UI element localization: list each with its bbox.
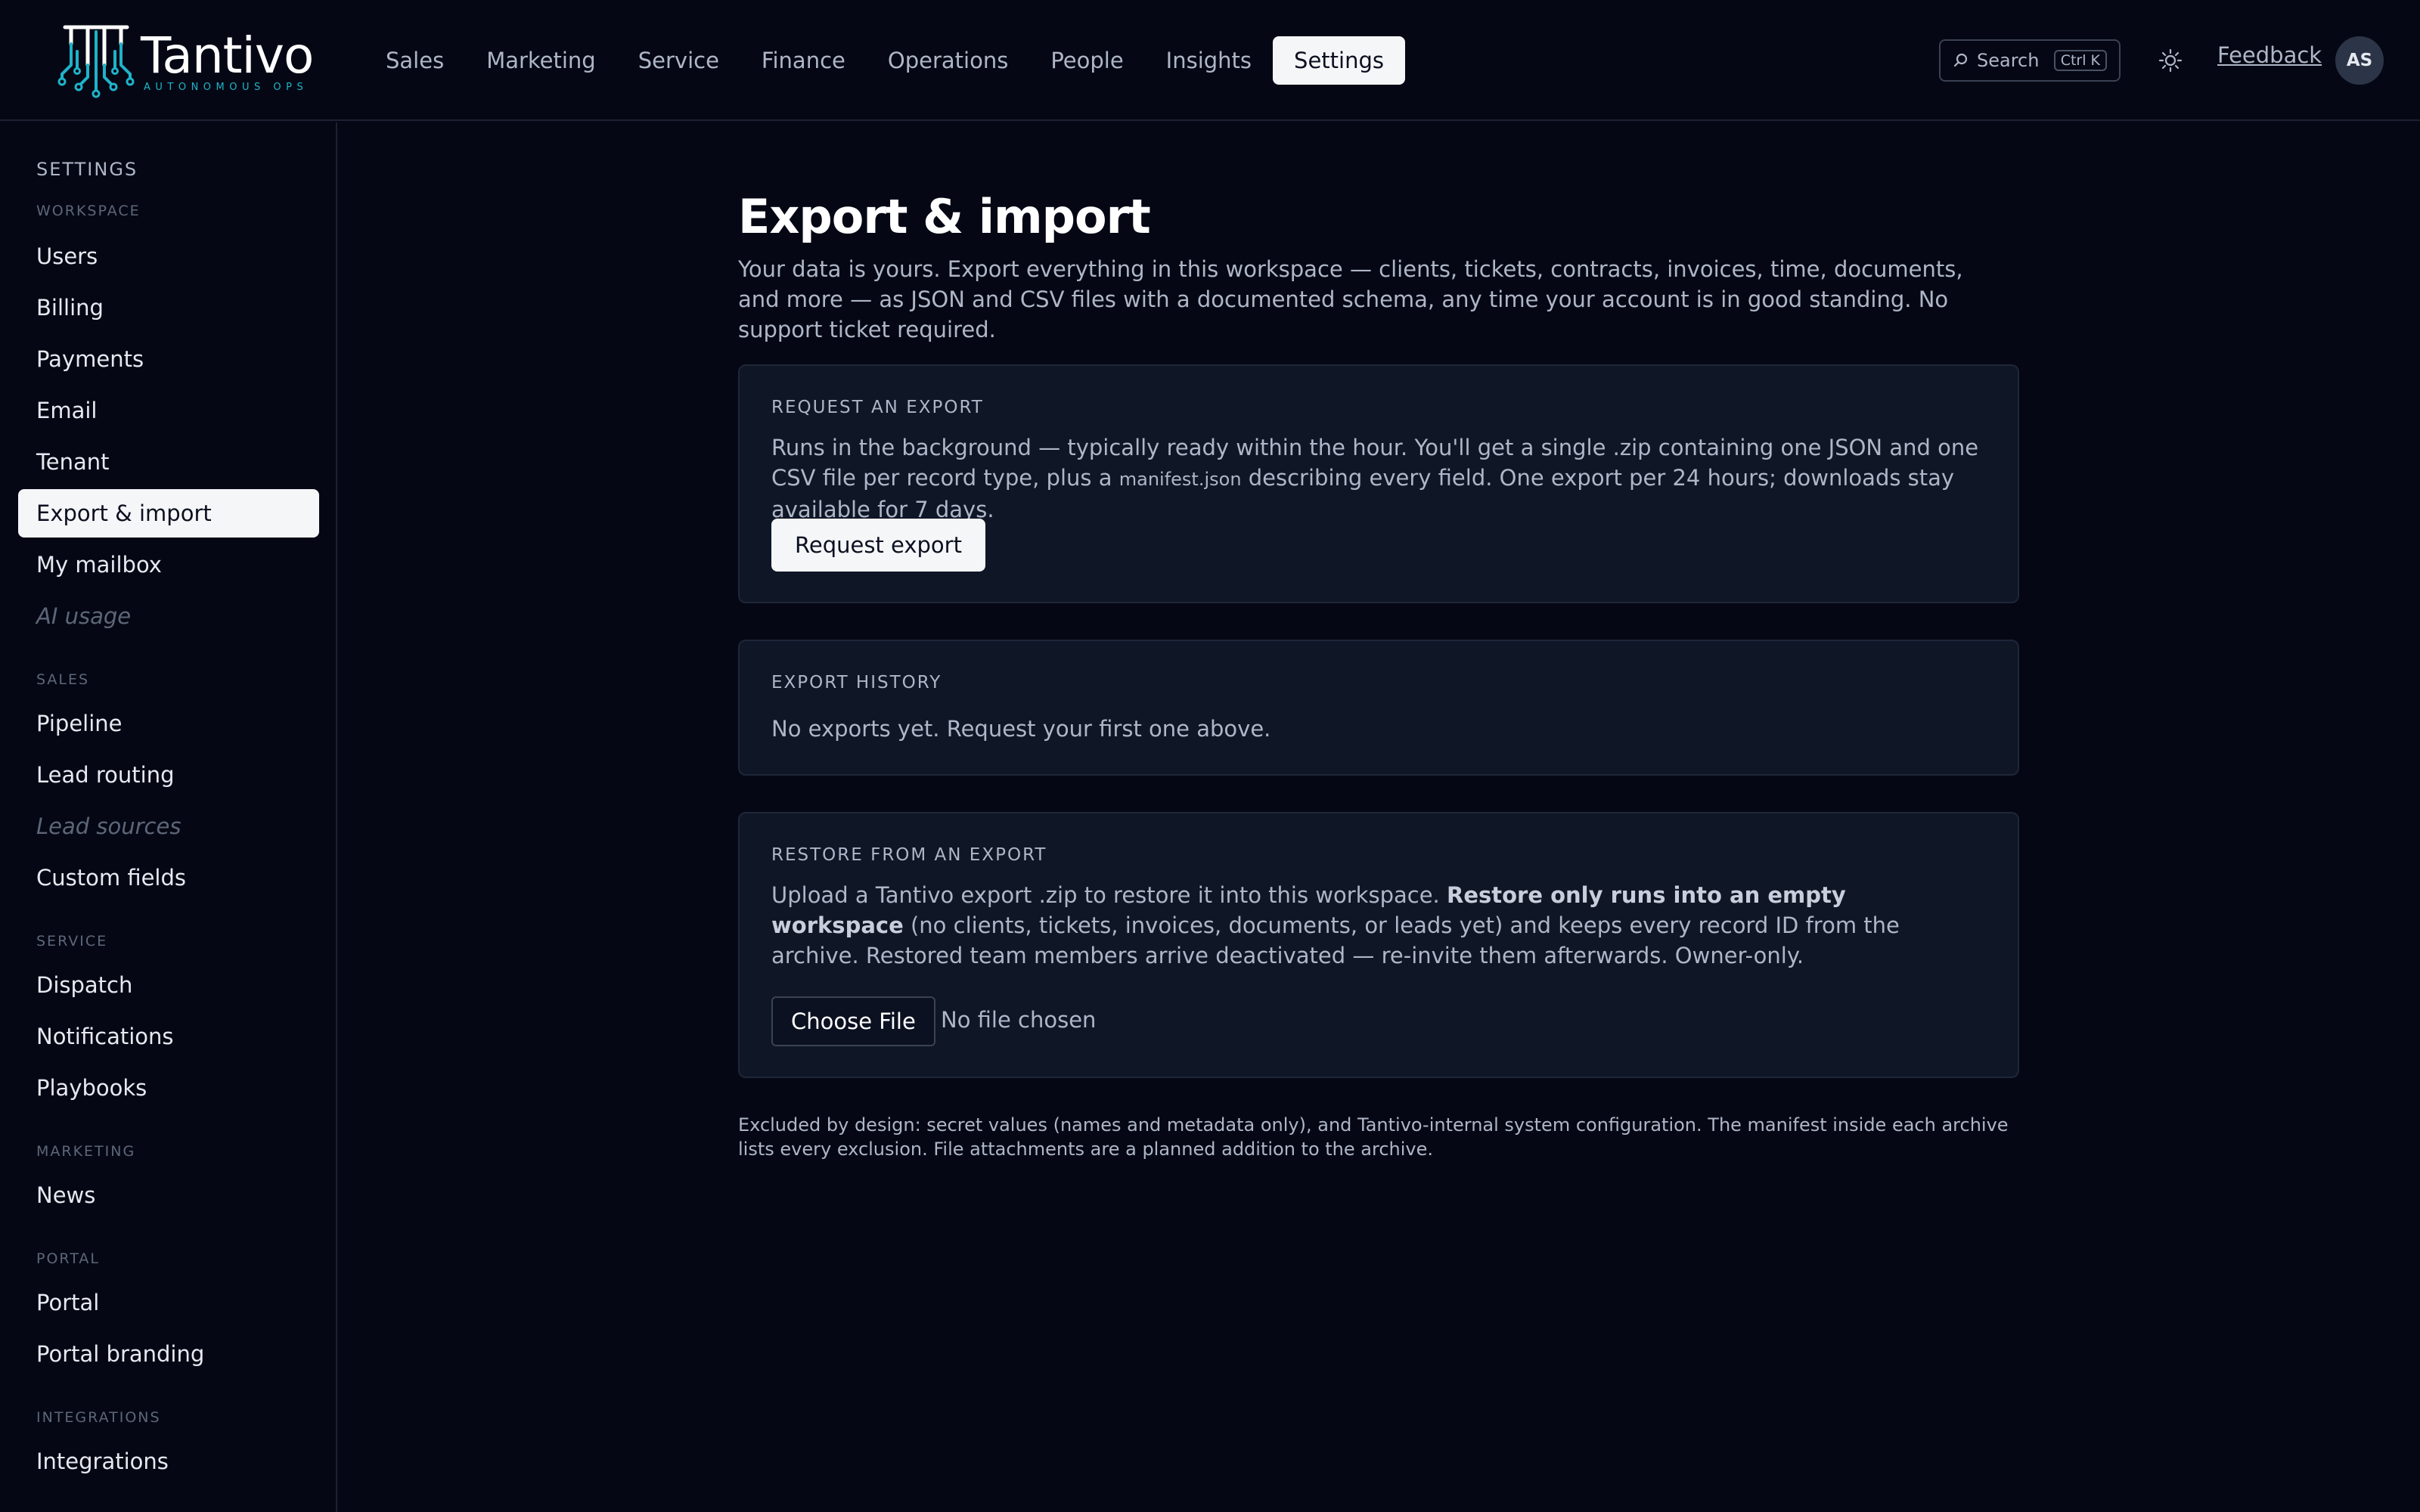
nav-people[interactable]: People [1029, 36, 1144, 85]
export-exclusions-note: Excluded by design: secret values (names… [738, 1114, 2009, 1160]
nav-insights[interactable]: Insights [1145, 36, 1273, 85]
restore-export-card: RESTORE FROM AN EXPORT Upload a Tantivo … [738, 812, 2019, 1078]
search-icon [1953, 53, 1968, 67]
restore-description: Upload a Tantivo export .zip to restore … [771, 882, 1900, 968]
sidebar-section-sales: SALES [36, 671, 90, 688]
manifest-filename: manifest.json [1118, 469, 1242, 490]
export-history-card: EXPORT HISTORY No exports yet. Request y… [738, 640, 2019, 776]
brand-logo[interactable]: Tantivo AUTONOMOUS OPS [54, 21, 319, 100]
sidebar-item-tenant[interactable]: Tenant [18, 438, 319, 486]
sun-icon [2158, 48, 2183, 73]
export-history-empty-state: No exports yet. Request your first one a… [771, 716, 1271, 742]
export-history-heading: EXPORT HISTORY [771, 673, 942, 692]
sidebar-item-payments[interactable]: Payments [18, 335, 319, 383]
sidebar-section-portal: PORTAL [36, 1250, 100, 1267]
sidebar-item-export-import[interactable]: Export & import [18, 489, 319, 538]
page-title: Export & import [738, 189, 1151, 244]
nav-marketing[interactable]: Marketing [465, 36, 617, 85]
sidebar-section-workspace: WORKSPACE [36, 203, 141, 219]
sidebar-item-portal-branding[interactable]: Portal branding [18, 1330, 319, 1378]
nav-service[interactable]: Service [617, 36, 740, 85]
brand-tagline: AUTONOMOUS OPS [144, 81, 309, 93]
sidebar-item-users[interactable]: Users [18, 232, 319, 280]
sidebar-item-custom-fields[interactable]: Custom fields [18, 854, 319, 902]
nav-settings[interactable]: Settings [1273, 36, 1405, 85]
tantivo-logo-icon [57, 25, 135, 98]
nav-sales[interactable]: Sales [365, 36, 465, 85]
user-avatar[interactable]: AS [2335, 36, 2384, 85]
sidebar-item-integrations[interactable]: Integrations [18, 1437, 319, 1486]
nav-finance[interactable]: Finance [740, 36, 867, 85]
sidebar-item-dispatch[interactable]: Dispatch [18, 961, 319, 1009]
sidebar-item-my-mailbox[interactable]: My mailbox [18, 541, 319, 589]
brand-name: Tantivo [141, 26, 314, 85]
sidebar-item-news[interactable]: News [18, 1171, 319, 1219]
search-button[interactable]: Search Ctrl K [1939, 39, 2121, 82]
request-export-heading: REQUEST AN EXPORT [771, 398, 984, 417]
sidebar-item-playbooks[interactable]: Playbooks [18, 1064, 319, 1112]
request-export-button[interactable]: Request export [771, 519, 985, 572]
sidebar-section-integrations: INTEGRATIONS [36, 1409, 161, 1426]
nav-operations[interactable]: Operations [867, 36, 1029, 85]
top-navigation-bar: Tantivo AUTONOMOUS OPS Sales Marketing S… [0, 0, 2420, 121]
choose-file-button[interactable]: Choose File [771, 996, 935, 1046]
sidebar-item-ai-usage: AI usage [36, 603, 132, 629]
page-description: Your data is yours. Export everything in… [738, 256, 1963, 342]
request-export-description: Runs in the background — typically ready… [771, 435, 1979, 522]
restore-heading: RESTORE FROM AN EXPORT [771, 845, 1047, 865]
file-status-text: No file chosen [941, 1007, 1097, 1033]
sidebar-item-notifications[interactable]: Notifications [18, 1012, 319, 1061]
sidebar-item-pipeline[interactable]: Pipeline [18, 699, 319, 748]
search-label: Search [1977, 50, 2040, 71]
theme-toggle-button[interactable] [2154, 44, 2187, 77]
feedback-link[interactable]: Feedback [2217, 42, 2322, 68]
sidebar-item-lead-routing[interactable]: Lead routing [18, 751, 319, 799]
search-shortcut: Ctrl K [2053, 50, 2107, 71]
sidebar-title: SETTINGS [36, 159, 138, 180]
sidebar-item-portal[interactable]: Portal [18, 1278, 319, 1327]
main-nav: Sales Marketing Service Finance Operatio… [365, 36, 1405, 85]
sidebar-item-email[interactable]: Email [18, 386, 319, 435]
sidebar-section-marketing: MARKETING [36, 1143, 136, 1160]
sidebar-section-service: SERVICE [36, 933, 108, 950]
sidebar-item-billing[interactable]: Billing [18, 284, 319, 332]
sidebar-item-lead-sources: Lead sources [36, 813, 182, 839]
request-export-card: REQUEST AN EXPORT Runs in the background… [738, 364, 2019, 603]
